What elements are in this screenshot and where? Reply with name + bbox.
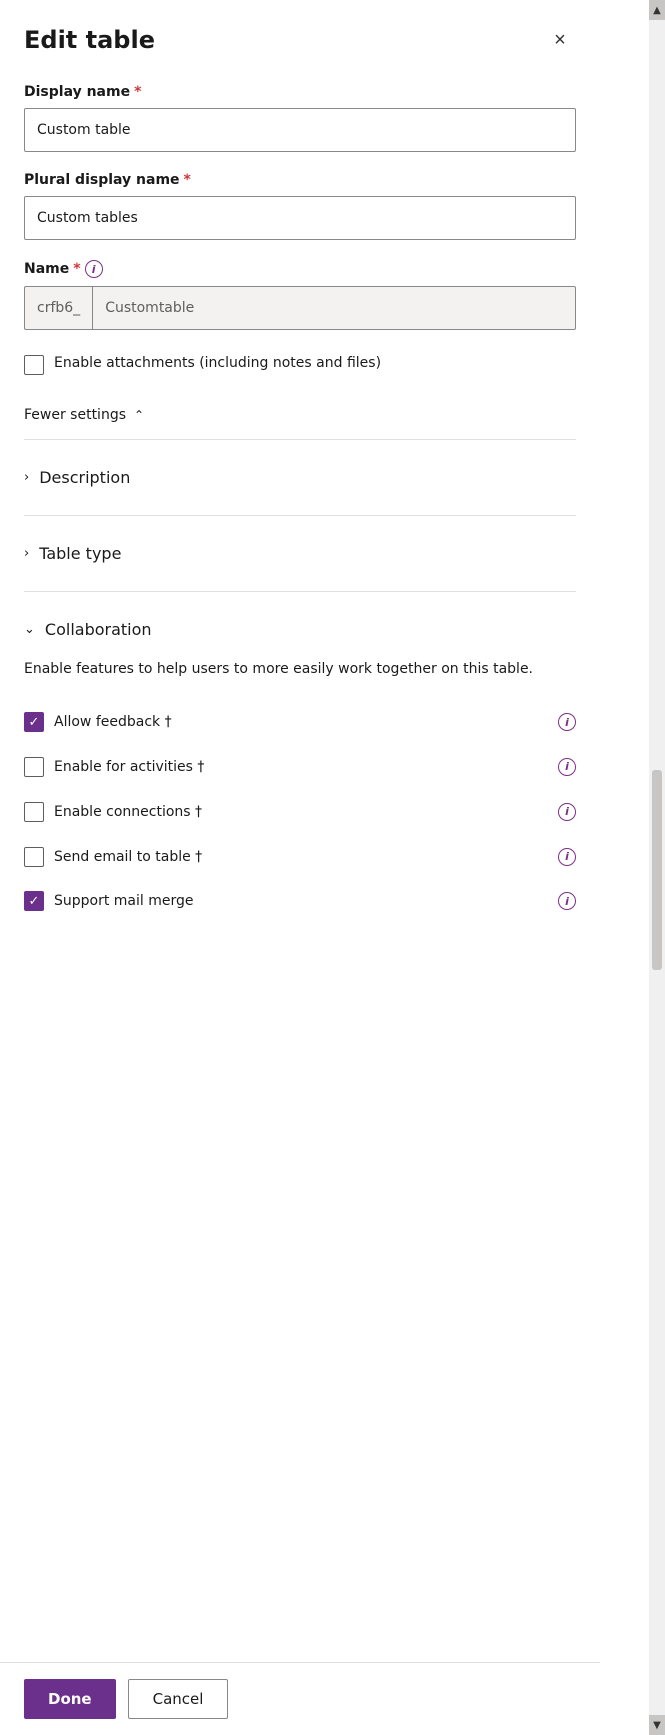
dialog-title: Edit table bbox=[24, 26, 155, 54]
enable-connections-checkbox[interactable] bbox=[24, 802, 44, 822]
plural-display-name-label: Plural display name * bbox=[24, 172, 576, 188]
collaboration-chevron-down-icon: ⌄ bbox=[24, 622, 35, 637]
enable-activities-label: Enable for activities † bbox=[54, 759, 204, 775]
send-email-row: Send email to table † i bbox=[24, 834, 576, 879]
table-type-section-row[interactable]: › Table type bbox=[24, 524, 576, 583]
support-mail-merge-checkbox[interactable]: ✓ bbox=[24, 891, 44, 911]
collaboration-section-row[interactable]: ⌄ Collaboration bbox=[24, 600, 576, 659]
support-mail-merge-row: ✓ Support mail merge i bbox=[24, 879, 576, 923]
dialog-footer: Done Cancel bbox=[0, 1662, 600, 1735]
allow-feedback-row: ✓ Allow feedback † i bbox=[24, 700, 576, 744]
divider-3 bbox=[24, 591, 576, 592]
enable-connections-row: Enable connections † i bbox=[24, 789, 576, 834]
scrollbar[interactable]: ▲ ▼ bbox=[649, 0, 665, 1735]
support-mail-merge-label: Support mail merge bbox=[54, 893, 194, 909]
divider-1 bbox=[24, 439, 576, 440]
enable-connections-label: Enable connections † bbox=[54, 804, 202, 820]
display-name-label: Display name * bbox=[24, 84, 576, 100]
display-name-required: * bbox=[134, 84, 141, 100]
display-name-input[interactable] bbox=[24, 108, 576, 152]
send-email-info-icon[interactable]: i bbox=[558, 848, 576, 866]
description-section-row[interactable]: › Description bbox=[24, 448, 576, 507]
name-required: * bbox=[73, 261, 80, 277]
send-email-left: Send email to table † bbox=[24, 846, 202, 867]
close-button[interactable]: × bbox=[544, 24, 576, 56]
name-prefix: crfb6_ bbox=[24, 286, 92, 330]
enable-attachments-checkbox[interactable] bbox=[24, 355, 44, 375]
scroll-up-arrow[interactable]: ▲ bbox=[649, 0, 665, 20]
allow-feedback-checkbox[interactable]: ✓ bbox=[24, 712, 44, 732]
name-field-group: Name * i crfb6_ bbox=[24, 260, 576, 330]
plural-display-name-field-group: Plural display name * bbox=[24, 172, 576, 240]
send-email-checkbox[interactable] bbox=[24, 847, 44, 867]
fewer-settings-label: Fewer settings bbox=[24, 407, 126, 423]
fewer-settings-button[interactable]: Fewer settings ⌃ bbox=[24, 399, 144, 431]
scroll-down-arrow[interactable]: ▼ bbox=[649, 1715, 665, 1735]
cancel-button[interactable]: Cancel bbox=[128, 1679, 229, 1719]
table-type-chevron-right-icon: › bbox=[24, 546, 29, 561]
send-email-label: Send email to table † bbox=[54, 849, 202, 865]
enable-activities-checkbox[interactable] bbox=[24, 757, 44, 777]
name-field-wrapper: crfb6_ bbox=[24, 286, 576, 330]
enable-connections-left: Enable connections † bbox=[24, 801, 202, 822]
support-mail-merge-left: ✓ Support mail merge bbox=[24, 891, 194, 911]
done-button[interactable]: Done bbox=[24, 1679, 116, 1719]
name-label: Name * i bbox=[24, 260, 576, 278]
scroll-thumb[interactable] bbox=[652, 770, 662, 970]
name-info-icon[interactable]: i bbox=[85, 260, 103, 278]
support-mail-merge-info-icon[interactable]: i bbox=[558, 892, 576, 910]
enable-activities-info-icon[interactable]: i bbox=[558, 758, 576, 776]
name-input[interactable] bbox=[92, 286, 576, 330]
description-chevron-right-icon: › bbox=[24, 470, 29, 485]
description-section-title: Description bbox=[39, 468, 130, 487]
fewer-settings-chevron-up-icon: ⌃ bbox=[134, 408, 144, 422]
enable-attachments-label: Enable attachments (including notes and … bbox=[54, 354, 381, 374]
allow-feedback-left: ✓ Allow feedback † bbox=[24, 712, 172, 732]
allow-feedback-label: Allow feedback † bbox=[54, 714, 172, 730]
enable-activities-left: Enable for activities † bbox=[24, 756, 204, 777]
plural-display-name-required: * bbox=[184, 172, 191, 188]
collaboration-description: Enable features to help users to more ea… bbox=[24, 659, 576, 680]
display-name-field-group: Display name * bbox=[24, 84, 576, 152]
allow-feedback-info-icon[interactable]: i bbox=[558, 713, 576, 731]
divider-2 bbox=[24, 515, 576, 516]
dialog-header: Edit table × bbox=[24, 24, 576, 56]
plural-display-name-input[interactable] bbox=[24, 196, 576, 240]
collaboration-section-title: Collaboration bbox=[45, 620, 152, 639]
table-type-section-title: Table type bbox=[39, 544, 121, 563]
enable-attachments-row: Enable attachments (including notes and … bbox=[24, 354, 576, 375]
enable-activities-row: Enable for activities † i bbox=[24, 744, 576, 789]
enable-connections-info-icon[interactable]: i bbox=[558, 803, 576, 821]
